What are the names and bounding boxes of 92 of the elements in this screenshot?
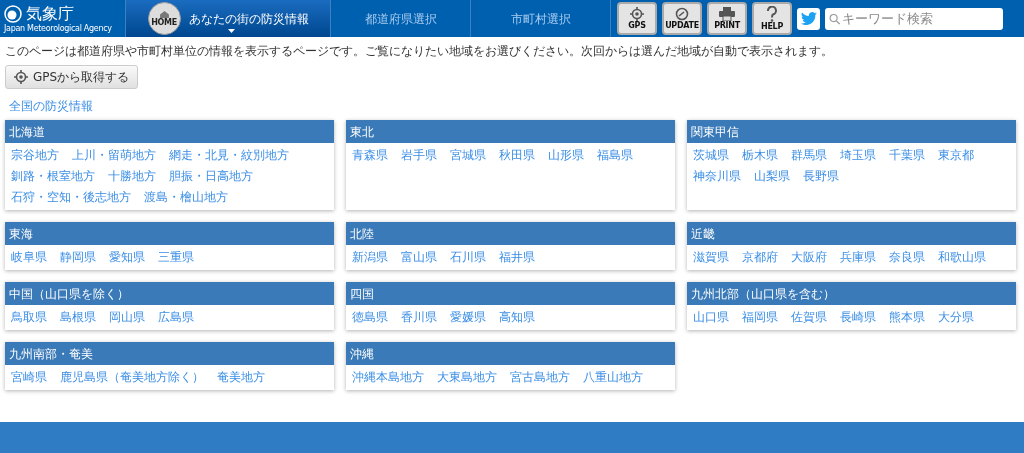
intro-text: このページは都道府県や市町村単位の情報を表示するページです。ご覧になりたい地域をお選びください。次回からは選んだ地域が自動で表示されます。 (5, 43, 834, 59)
area-link[interactable]: 網走・北見・紋別地方 (169, 145, 289, 166)
region-header: 北海道 (5, 120, 334, 143)
region-header: 東海 (5, 222, 334, 245)
area-link[interactable]: 青森県 (352, 145, 388, 166)
area-link[interactable]: 八重山地方 (583, 367, 643, 388)
area-link[interactable]: 大東島地方 (437, 367, 497, 388)
area-link[interactable]: 福島県 (597, 145, 633, 166)
area-link[interactable]: 釧路・根室地方 (11, 166, 95, 187)
area-link[interactable]: 岩手県 (401, 145, 437, 166)
printer-icon (719, 7, 735, 21)
bird-icon (800, 12, 817, 25)
area-link[interactable]: 和歌山県 (938, 247, 986, 268)
area-link[interactable]: 神奈川県 (693, 166, 741, 187)
area-link[interactable]: 福岡県 (742, 307, 778, 328)
area-link[interactable]: 上川・留萌地方 (72, 145, 156, 166)
area-link[interactable]: 埼玉県 (840, 145, 876, 166)
area-link[interactable]: 高知県 (499, 307, 535, 328)
target-icon (630, 7, 644, 21)
national-link[interactable]: 全国の防災情報 (9, 97, 93, 115)
area-link[interactable]: 鹿児島県（奄美地方除く） (60, 367, 204, 388)
area-link[interactable]: 長野県 (803, 166, 839, 187)
caret-icon (228, 29, 235, 33)
area-link[interactable]: 石狩・空知・後志地方 (11, 187, 131, 208)
area-link[interactable]: 静岡県 (60, 247, 96, 268)
area-link[interactable]: 奈良県 (889, 247, 925, 268)
area-link[interactable]: 富山県 (401, 247, 437, 268)
area-link[interactable]: 山梨県 (754, 166, 790, 187)
area-link[interactable]: 新潟県 (352, 247, 388, 268)
refresh-icon (675, 7, 689, 21)
update-button[interactable]: UPDATE (662, 2, 702, 35)
area-link[interactable]: 茨城県 (693, 145, 729, 166)
target-icon (14, 70, 28, 84)
area-link[interactable]: 宮城県 (450, 145, 486, 166)
area-link[interactable]: 渡島・檜山地方 (144, 187, 228, 208)
region-header: 沖縄 (346, 342, 675, 365)
area-link[interactable]: 山形県 (548, 145, 584, 166)
area-link[interactable]: 熊本県 (889, 307, 925, 328)
logo-icon (4, 4, 22, 23)
gps-button[interactable]: GPSから取得する (5, 65, 139, 89)
area-link[interactable]: 沖縄本島地方 (352, 367, 424, 388)
area-link[interactable]: 鳥取県 (11, 307, 47, 328)
twitter-button[interactable] (797, 7, 820, 30)
area-link[interactable]: 十勝地方 (108, 166, 156, 187)
help-button[interactable]: HELP (752, 2, 792, 35)
area-link[interactable]: 京都府 (742, 247, 778, 268)
search-icon (829, 12, 841, 25)
region-header: 関東甲信 (687, 120, 1016, 143)
home-icon: HOME (147, 2, 181, 35)
search-input[interactable]: キーワード検索 (842, 8, 999, 29)
area-link[interactable]: 愛媛県 (450, 307, 486, 328)
region-header: 四国 (346, 282, 675, 305)
area-link[interactable]: 兵庫県 (840, 247, 876, 268)
area-link[interactable]: 秋田県 (499, 145, 535, 166)
region-header: 北陸 (346, 222, 675, 245)
area-link[interactable]: 宮古島地方 (510, 367, 570, 388)
area-link[interactable]: 宗谷地方 (11, 145, 59, 166)
area-link[interactable]: 徳島県 (352, 307, 388, 328)
area-link[interactable]: 長崎県 (840, 307, 876, 328)
area-link[interactable]: 大阪府 (791, 247, 827, 268)
area-link[interactable]: 千葉県 (889, 145, 925, 166)
area-link[interactable]: 胆振・日高地方 (169, 166, 253, 187)
logo-subtitle: Japan Meteorological Agency (4, 24, 113, 33)
area-link[interactable]: 島根県 (60, 307, 96, 328)
region-header: 中国（山口県を除く） (5, 282, 334, 305)
area-link[interactable]: 栃木県 (742, 145, 778, 166)
area-link[interactable]: 山口県 (693, 307, 729, 328)
area-link[interactable]: 福井県 (499, 247, 535, 268)
region-header: 東北 (346, 120, 675, 143)
area-link[interactable]: 石川県 (450, 247, 486, 268)
area-link[interactable]: 香川県 (401, 307, 437, 328)
area-link[interactable]: 宮崎県 (11, 367, 47, 388)
nav-tab[interactable]: HOME あなたの街の防災情報 (126, 0, 331, 37)
area-link[interactable]: 大分県 (938, 307, 974, 328)
area-link[interactable]: 奄美地方 (217, 367, 265, 388)
area-link[interactable]: 東京都 (938, 145, 974, 166)
region-header: 九州南部・奄美 (5, 342, 334, 365)
region-header: 近畿 (687, 222, 1016, 245)
logo-title: 気象庁 (26, 5, 74, 22)
print-button[interactable]: PRINT (707, 2, 747, 35)
area-link[interactable]: 愛知県 (109, 247, 145, 268)
region-header: 九州北部（山口県を含む） (687, 282, 1016, 305)
area-link[interactable]: 三重県 (158, 247, 194, 268)
area-link[interactable]: 群馬県 (791, 145, 827, 166)
area-link[interactable]: 佐賀県 (791, 307, 827, 328)
gps-button[interactable]: GPS (617, 2, 657, 35)
area-link[interactable]: 滋賀県 (693, 247, 729, 268)
help-icon (766, 6, 778, 22)
search-field[interactable]: キーワード検索 (825, 7, 1003, 30)
area-link[interactable]: 岡山県 (109, 307, 145, 328)
area-link[interactable]: 岐阜県 (11, 247, 47, 268)
area-link[interactable]: 広島県 (158, 307, 194, 328)
